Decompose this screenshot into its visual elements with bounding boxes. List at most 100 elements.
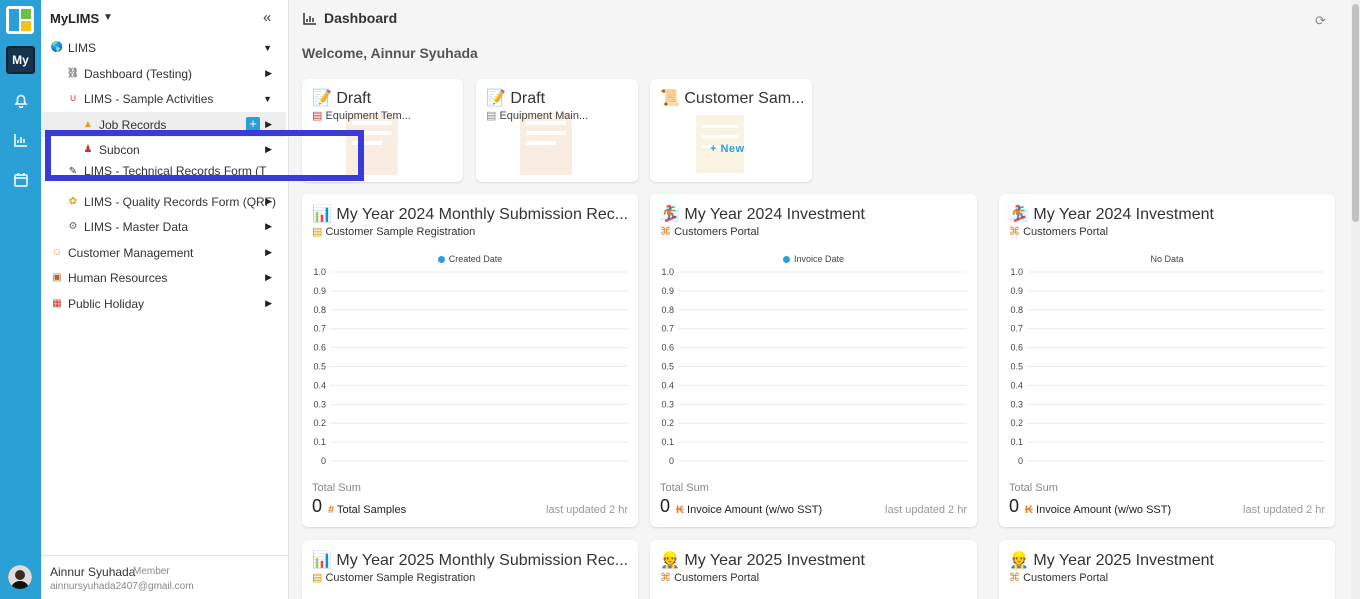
bar-chart-icon[interactable]: [6, 126, 35, 154]
y-tick-label: 0.2: [1010, 418, 1023, 428]
card-subtitle: ▤ Customer Sample Registration: [312, 571, 475, 584]
y-tick-label: 0.8: [661, 305, 674, 315]
user-avatar[interactable]: [8, 565, 32, 589]
calendar-icon[interactable]: [6, 166, 35, 194]
y-tick-label: 0.4: [313, 380, 326, 390]
calendar-icon: ▦: [52, 298, 62, 309]
caret-down-icon: ▼: [263, 93, 272, 104]
card-subtitle-text: Customer Sample Registration: [325, 572, 476, 584]
card-subtitle-text: Equipment Main...: [499, 110, 589, 122]
sidebar-item-quality-records[interactable]: ✿ LIMS - Quality Records Form (QRF) ▶: [41, 189, 286, 214]
bell-icon[interactable]: [6, 86, 35, 114]
user-name: Ainnur Syuhada: [50, 565, 136, 579]
sidebar-item-lims[interactable]: 🌎 LIMS ▼: [41, 35, 286, 60]
new-customer-sample-button[interactable]: + New: [710, 143, 745, 155]
card-subtitle-text: Customers Portal: [1023, 572, 1109, 584]
snowboard-icon: 🏂: [1009, 206, 1029, 223]
user-profile[interactable]: Ainnur Syuhada Member ainnursyuhada2407@…: [41, 555, 289, 599]
y-tick-label: 0.9: [1010, 286, 1023, 296]
app-title[interactable]: MyLIMS: [50, 11, 99, 26]
total-name: ₭ Invoice Amount (w/wo SST): [676, 504, 822, 516]
gear-icon: ⚙: [68, 221, 78, 232]
collapse-sidebar-icon[interactable]: «: [263, 9, 271, 26]
legend-label: Invoice Date: [793, 254, 845, 264]
total-label: Total Sum: [660, 482, 709, 494]
card-title: 📊 My Year 2024 Monthly Submission Rec...: [312, 204, 628, 224]
sidebar-item-subcon[interactable]: ♟ Subcon ▶: [41, 137, 286, 162]
y-tick-label: 1.0: [313, 267, 326, 277]
sidebar-item-customer-management[interactable]: ☺ Customer Management ▶: [41, 240, 286, 265]
sidebar-item-dashboard-testing[interactable]: ⛓ Dashboard (Testing) ▶: [41, 61, 286, 86]
card-title-text: Draft: [510, 90, 546, 107]
card-subtitle-text: Customers Portal: [674, 572, 760, 584]
app-rail: My: [0, 0, 41, 599]
chart-card-2024-investment-nodata[interactable]: 🏂 My Year 2024 Investment ⌘ Customers Po…: [999, 194, 1335, 527]
hash-icon: #: [328, 504, 335, 516]
sidebar-item-label: Job Records: [99, 117, 167, 132]
main-content: Dashboard ⟳ Welcome, Ainnur Syuhada 📝 Dr…: [290, 0, 1350, 599]
page-scrollbar[interactable]: [1351, 0, 1360, 599]
card-subtitle-text: Customers Portal: [674, 226, 760, 238]
chart-card-2025-investment[interactable]: 👷 My Year 2025 Investment ⌘ Customers Po…: [650, 540, 977, 599]
sidebar-item-sample-activities[interactable]: ∪ LIMS - Sample Activities ▼: [41, 86, 286, 111]
chart-card-2025-submission[interactable]: 📊 My Year 2025 Monthly Submission Rec...…: [302, 540, 638, 599]
card-subtitle: ⌘ Customers Portal: [1009, 225, 1108, 238]
chart-plot: 1.0 0.9 0.8 0.7 0.6 0.5 0.4 0.3 0.2 0.1 0: [661, 267, 967, 466]
portal-icon: ⌘: [1009, 572, 1020, 584]
magic-icon: ✎: [68, 165, 78, 177]
my-app-badge[interactable]: My: [6, 46, 35, 74]
magnet-icon: ∪: [69, 93, 77, 104]
sidebar-item-job-records[interactable]: ▲ Job Records + ▶: [41, 112, 286, 137]
scroll-icon: 📜: [660, 90, 680, 107]
sidebar-item-public-holiday[interactable]: ▦ Public Holiday ▶: [41, 291, 286, 316]
bar-chart-icon: 📊: [312, 206, 332, 223]
card-title: 👷 My Year 2025 Investment: [660, 550, 865, 570]
customer-sample-card[interactable]: 📜 Customer Sam... + New: [650, 79, 812, 182]
y-tick-label: 0.6: [661, 343, 674, 353]
chart-card-2025-investment-2[interactable]: 👷 My Year 2025 Investment ⌘ Customers Po…: [999, 540, 1335, 599]
chart-plot: 1.0 0.9 0.8 0.7 0.6 0.5 0.4 0.3 0.2 0.1 0: [313, 267, 628, 466]
card-subtitle: ⌘ Customers Portal: [660, 225, 759, 238]
card-title: 🏂 My Year 2024 Investment: [660, 204, 865, 224]
app-logo-icon[interactable]: [6, 6, 34, 34]
y-tick-label: 0: [669, 456, 674, 466]
refresh-icon[interactable]: ⟳: [1315, 13, 1326, 29]
currency-icon: ₭: [676, 504, 684, 516]
total-value: 0: [660, 496, 671, 516]
page-title: Dashboard: [324, 10, 398, 26]
total-value: 0: [312, 496, 323, 516]
y-tick-label: 0.3: [313, 399, 326, 409]
portal-icon: ⌘: [660, 572, 671, 584]
card-title-text: My Year 2025 Monthly Submission Rec...: [336, 552, 629, 569]
card-title-text: My Year 2024 Investment: [1033, 206, 1214, 223]
total-name-text: Invoice Amount (w/wo SST): [687, 504, 823, 516]
y-tick-label: 0.2: [313, 418, 326, 428]
bar-chart-icon: 📊: [312, 552, 332, 569]
chart-card-2024-investment[interactable]: 🏂 My Year 2024 Investment ⌘ Customers Po…: [650, 194, 977, 527]
draft-card-equipment-template[interactable]: 📝 Draft ▤ Equipment Tem...: [302, 79, 463, 182]
total-value: 0: [1009, 496, 1020, 516]
caret-down-icon[interactable]: ▼: [103, 12, 113, 23]
welcome-message: Welcome, Ainnur Syuhada: [302, 45, 478, 61]
sidebar-item-label: LIMS: [68, 40, 97, 55]
y-tick-label: 0: [1018, 456, 1023, 466]
chart-card-2024-submission[interactable]: 📊 My Year 2024 Monthly Submission Rec...…: [302, 194, 638, 527]
last-updated: last updated 2 hr: [1243, 504, 1325, 516]
card-subtitle-text: Customers Portal: [1023, 226, 1109, 238]
sidebar-item-master-data[interactable]: ⚙ LIMS - Master Data ▶: [41, 214, 286, 239]
user-role: Member: [133, 566, 170, 577]
user-email: ainnursyuhada2407@gmail.com: [50, 581, 194, 592]
caret-right-icon: ▶: [265, 119, 272, 129]
stamp-icon: ⛓: [66, 68, 80, 79]
chart-legend: Invoice Date: [650, 254, 977, 264]
sidebar-item-label: Dashboard (Testing): [84, 66, 193, 81]
caret-right-icon: ▶: [265, 196, 272, 206]
card-subtitle-text: Customer Sample Registration: [325, 226, 476, 238]
y-tick-label: 0.8: [313, 305, 326, 315]
caret-right-icon: ▶: [265, 221, 272, 231]
worker-icon: 👷: [660, 552, 680, 569]
sidebar-item-human-resources[interactable]: ▣ Human Resources ▶: [41, 265, 286, 290]
sidebar-item-technical-records[interactable]: ✎ LIMS - Technical Records Form (T: [41, 162, 286, 180]
add-job-record-button[interactable]: +: [246, 117, 260, 131]
draft-card-equipment-maintenance[interactable]: 📝 Draft ▤ Equipment Main...: [476, 79, 638, 182]
